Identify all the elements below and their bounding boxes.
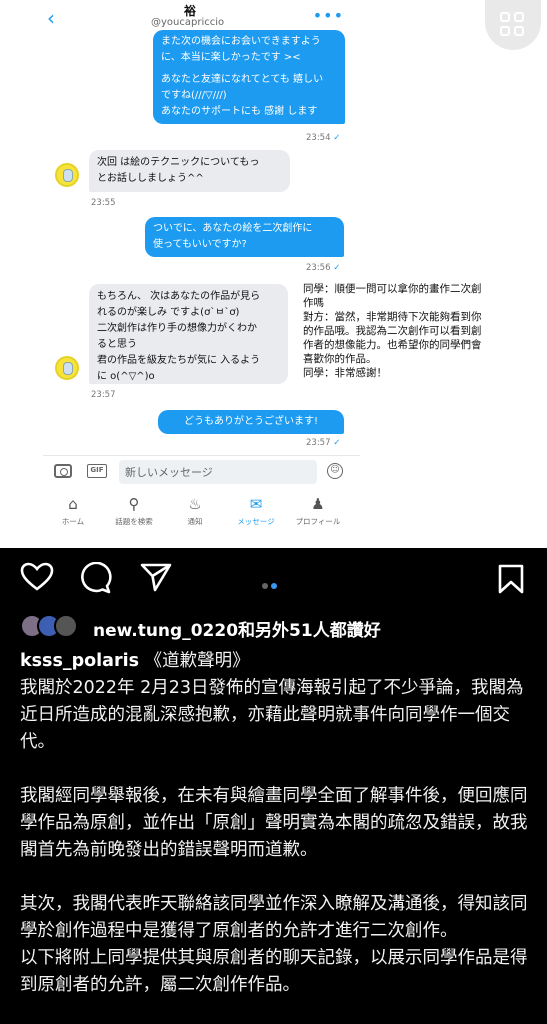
home-icon: ⌂ xyxy=(68,495,78,513)
contact-avatar[interactable] xyxy=(55,356,79,380)
translation-line: 喜歡你的作品。 xyxy=(303,353,377,365)
message-line: に o(^▽^)o xyxy=(97,371,155,382)
translation-line: 作者的想像能力。也希望你的同學們會 xyxy=(303,339,482,351)
grid-overlay-button[interactable] xyxy=(485,0,541,50)
avatar xyxy=(54,614,78,638)
post-actions xyxy=(0,548,547,608)
contact-avatar[interactable] xyxy=(55,163,79,187)
translation-line: 對方：當然，非常期待下次能夠看到你 xyxy=(303,311,482,323)
share-icon[interactable] xyxy=(140,562,172,592)
grid-icon xyxy=(500,26,510,36)
translation-line: 同學：非常感謝！ xyxy=(303,367,387,379)
grid-icon xyxy=(514,12,524,22)
message-input[interactable]: 新しいメッセージ xyxy=(119,460,317,484)
message-bubble-received: もちろん、 次はあなたの作品が見ら れるのが楽しみ ですよ(ơ`ㅂ`ơ) 二次創… xyxy=(89,284,288,384)
tab-home[interactable]: ⌂ ホーム xyxy=(43,495,103,527)
message-timestamp: 23:54 ✓ xyxy=(306,133,341,143)
likes-summary: new.tung_0220和另外51人都讚好 xyxy=(93,616,381,641)
tab-search[interactable]: ⚲ 話題を検索 xyxy=(104,495,164,527)
message-timestamp: 23:56 ✓ xyxy=(306,263,341,273)
dm-screenshot: ‹ 裕 @youcapriccio ••• また次の機会にお会いできますよう に… xyxy=(0,0,547,548)
tab-label: メッセージ xyxy=(237,517,275,526)
mail-icon: ✉ xyxy=(249,495,263,513)
grid-icon xyxy=(514,26,524,36)
message-bubble-sent: どうもありがとうございます! xyxy=(158,410,344,434)
caption-paragraph: 我閣於2022年 2月23日發佈的宣傳海報引起了不少爭論，我閣為近日所造成的混亂… xyxy=(20,678,524,752)
message-line: ると思う xyxy=(97,339,137,350)
message-bubble-sent: また次の機会にお会いできますよう に、本当に楽しかったです >< あなたと友達に… xyxy=(153,30,345,124)
message-line: ついでに、あなたの絵を二次創作に xyxy=(153,223,313,234)
carousel-dot-active xyxy=(271,583,277,589)
dm-screen: ‹ 裕 @youcapriccio ••• また次の機会にお会いできますよう に… xyxy=(43,0,360,535)
message-line: とお話ししましょう^^ xyxy=(97,173,204,184)
search-icon: ⚲ xyxy=(128,495,140,513)
liked-by-user[interactable]: new.tung_0220 xyxy=(93,621,238,641)
compose-bar: GIF 新しいメッセージ ☺ xyxy=(43,455,360,489)
message-timestamp: 23:57 ✓ xyxy=(306,438,341,448)
message-bubble-received: 次回 は絵のテクニックについてもっ とお話ししましょう^^ xyxy=(89,150,290,192)
translation-line: 作嗎 xyxy=(303,297,324,309)
carousel-indicator xyxy=(262,574,280,593)
message-line: ですね(///▽///) xyxy=(161,90,227,101)
translation-note: 同學：順便一問可以拿你的畫作二次創 作嗎 對方：當然，非常期待下次能夠看到你 的… xyxy=(303,282,528,380)
message-line: 君の作品を級友たちが気に 入るよう xyxy=(97,355,261,366)
message-line: に、本当に楽しかったです >< xyxy=(161,52,301,63)
message-timestamp: 23:57 xyxy=(91,390,116,400)
camera-icon[interactable] xyxy=(54,464,72,478)
carousel-dot xyxy=(262,583,268,589)
instagram-post: new.tung_0220和另外51人都讚好 ksss_polaris 《道歉聲… xyxy=(0,548,547,1024)
message-line: あなたのサポートにも 感謝 します xyxy=(161,106,318,117)
bell-icon: ♨ xyxy=(188,495,202,513)
tab-label: ホーム xyxy=(61,517,85,526)
caption-title: 《道歉聲明》 xyxy=(139,651,250,671)
comment-icon[interactable] xyxy=(80,562,112,594)
caption-paragraph: 以下將附上同學提供其與原創者的聊天記錄，以展示同學作品是得到原創者的允許，屬二次… xyxy=(20,948,528,995)
like-icon[interactable] xyxy=(20,562,54,592)
message-line: もちろん、 次はあなたの作品が見ら xyxy=(97,291,261,302)
gif-button[interactable]: GIF xyxy=(87,464,107,478)
tab-label: 通知 xyxy=(187,517,203,526)
tab-label: プロフィール xyxy=(295,517,341,526)
tab-label: 話題を検索 xyxy=(115,517,153,526)
message-line: あなたと友達になれてとても 嬉しい xyxy=(161,74,324,85)
message-timestamp: 23:55 xyxy=(91,198,116,208)
more-icon[interactable]: ••• xyxy=(313,6,344,25)
message-bubble-sent: ついでに、あなたの絵を二次創作に 使ってもいいですか? xyxy=(145,217,344,257)
message-line: れるのが楽しみ ですよ(ơ`ㅂ`ơ) xyxy=(97,307,240,318)
tab-profile[interactable]: ♟ プロフィール xyxy=(288,495,348,527)
post-caption: ksss_polaris 《道歉聲明》 我閣於2022年 2月23日發佈的宣傳海… xyxy=(20,648,530,999)
bookmark-icon[interactable] xyxy=(498,564,524,594)
contact-handle: @youcapriccio xyxy=(151,17,225,28)
message-line: どうもありがとうございます! xyxy=(183,416,318,427)
message-line: 次回 は絵のテクニックについてもっ xyxy=(97,157,260,168)
message-line: 使ってもいいですか? xyxy=(153,239,247,250)
message-line: また次の機会にお会いできますよう xyxy=(161,36,321,47)
profile-icon: ♟ xyxy=(311,495,325,513)
grid-icon xyxy=(500,12,510,22)
caption-paragraph: 其次，我閣代表昨天聯絡該同學並作深入瞭解及溝通後，得知該同學於創作過程中是獲得了… xyxy=(20,894,528,941)
post-author[interactable]: ksss_polaris xyxy=(20,651,139,671)
liked-by-rest[interactable]: 和另外51人都讚好 xyxy=(238,621,381,641)
back-icon[interactable]: ‹ xyxy=(47,6,55,30)
tab-messages[interactable]: ✉ メッセージ xyxy=(226,495,286,527)
translation-line: 同學：順便一問可以拿你的畫作二次創 xyxy=(303,283,482,295)
message-line: 二次創作は作り手の想像力がくわか xyxy=(97,323,257,334)
emoji-icon[interactable]: ☺ xyxy=(327,463,343,479)
dm-tab-bar: ⌂ ホーム ⚲ 話題を検索 ♨ 通知 ✉ メッセージ ♟ プロフィール xyxy=(43,489,360,535)
translation-line: 的作品哦。我認為二次創作可以看到創 xyxy=(303,325,482,337)
caption-paragraph: 我閣經同學舉報後，在未有與繪畫同學全面了解事件後，便回應同學作品為原創，並作出「… xyxy=(20,786,528,860)
tab-notifications[interactable]: ♨ 通知 xyxy=(165,495,225,527)
